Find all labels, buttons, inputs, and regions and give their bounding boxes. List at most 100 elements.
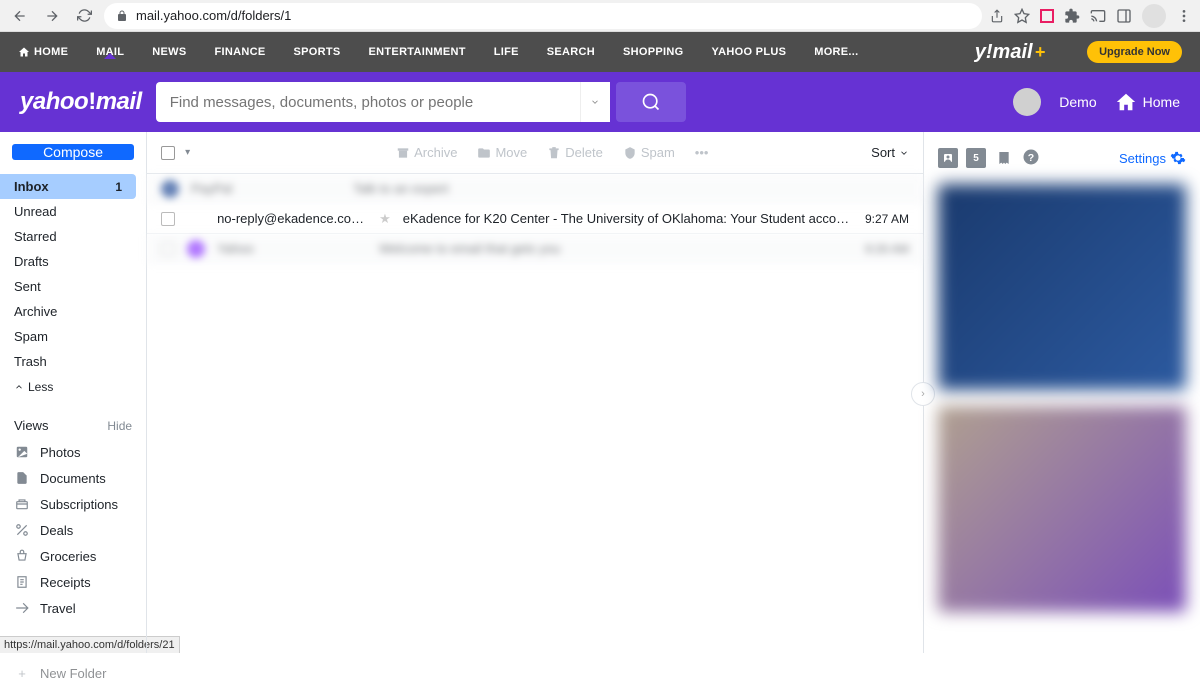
compose-button[interactable]: Compose <box>12 144 134 160</box>
message-row[interactable]: PayPal Talk to an expert <box>147 174 923 204</box>
view-groceries[interactable]: Groceries <box>0 543 146 569</box>
calendar-icon[interactable]: 5 <box>966 148 986 168</box>
settings-link[interactable]: Settings <box>1119 150 1186 166</box>
profile-avatar[interactable] <box>1142 4 1166 28</box>
bookmark-star-icon[interactable] <box>1014 8 1030 24</box>
header-right: Demo Home <box>1013 88 1180 116</box>
select-all-checkbox[interactable] <box>161 146 175 160</box>
browser-forward-button[interactable] <box>40 4 64 28</box>
nav-home[interactable]: HOME <box>18 46 68 58</box>
views-header: Views Hide <box>0 400 146 439</box>
share-icon[interactable] <box>990 9 1004 23</box>
extension-icon[interactable] <box>1040 9 1054 23</box>
nav-life[interactable]: LIFE <box>494 46 519 58</box>
search-dropdown[interactable] <box>580 82 610 122</box>
gear-icon <box>1170 150 1186 166</box>
message-time: 9:27 AM <box>865 212 909 226</box>
message-checkbox[interactable] <box>161 212 175 226</box>
photo-icon <box>14 444 30 460</box>
home-link[interactable]: Home <box>1115 91 1180 113</box>
help-icon[interactable]: ? <box>1022 148 1040 168</box>
move-button[interactable]: Move <box>477 145 527 160</box>
panel-icon[interactable] <box>1116 8 1132 24</box>
nav-shopping[interactable]: SHOPPING <box>623 46 683 58</box>
message-row[interactable]: no-reply@ekadence.com (... ★ eKadence fo… <box>147 204 923 234</box>
nav-search[interactable]: SEARCH <box>547 46 595 58</box>
folder-spam[interactable]: Spam <box>0 324 146 349</box>
folder-inbox[interactable]: Inbox 1 <box>0 174 136 199</box>
sidebar: Compose Inbox 1 Unread Starred Drafts Se… <box>0 132 146 653</box>
new-folder[interactable]: +New Folder <box>0 660 146 686</box>
deals-icon <box>14 522 30 538</box>
url-text: mail.yahoo.com/d/folders/1 <box>136 8 291 23</box>
mail-header: yahoo!mail Demo Home <box>0 72 1200 132</box>
nav-finance[interactable]: FINANCE <box>215 46 266 58</box>
search-container <box>156 82 686 122</box>
folder-trash[interactable]: Trash <box>0 349 146 374</box>
view-deals[interactable]: Deals <box>0 517 146 543</box>
folder-drafts[interactable]: Drafts <box>0 249 146 274</box>
yahoo-top-nav: HOME MAIL NEWS FINANCE SPORTS ENTERTAINM… <box>0 32 1200 72</box>
nav-yahoo-plus[interactable]: YAHOO PLUS <box>712 46 787 58</box>
ymail-plus-logo: y!mail+ <box>975 41 1045 64</box>
expand-panel-button[interactable]: › <box>911 382 935 406</box>
extensions-puzzle-icon[interactable] <box>1064 8 1080 24</box>
more-actions-button[interactable]: ••• <box>695 145 709 160</box>
document-icon <box>14 470 30 486</box>
nav-more[interactable]: MORE... <box>814 46 858 58</box>
nav-sports[interactable]: SPORTS <box>294 46 341 58</box>
folder-archive[interactable]: Archive <box>0 299 146 324</box>
folder-starred[interactable]: Starred <box>0 224 146 249</box>
upgrade-now-button[interactable]: Upgrade Now <box>1087 41 1182 63</box>
message-checkbox[interactable] <box>161 242 175 256</box>
nav-news[interactable]: NEWS <box>152 46 186 58</box>
spam-button[interactable]: Spam <box>623 145 675 160</box>
lock-icon <box>116 10 128 22</box>
message-toolbar: ▾ Archive Move Delete Spam ••• Sort <box>147 132 923 174</box>
star-icon[interactable]: ★ <box>379 211 391 227</box>
search-button[interactable] <box>616 82 686 122</box>
view-travel[interactable]: Travel <box>0 595 146 621</box>
message-row[interactable]: Yahoo Welcome to email that gets you 9:2… <box>147 234 923 264</box>
folder-unread[interactable]: Unread <box>0 199 146 224</box>
advertisement[interactable] <box>938 184 1186 390</box>
subscription-icon <box>14 496 30 512</box>
browser-reload-button[interactable] <box>72 4 96 28</box>
select-dropdown[interactable]: ▾ <box>185 147 190 158</box>
message-subject: eKadence for K20 Center - The University… <box>403 211 853 226</box>
browser-back-button[interactable] <box>8 4 32 28</box>
browser-chrome: mail.yahoo.com/d/folders/1 <box>0 0 1200 32</box>
sort-button[interactable]: Sort <box>871 145 909 160</box>
notepad-icon[interactable] <box>994 148 1014 168</box>
search-input[interactable] <box>156 82 580 122</box>
browser-menu-icon[interactable] <box>1176 8 1192 24</box>
browser-actions <box>990 4 1192 28</box>
address-bar[interactable]: mail.yahoo.com/d/folders/1 <box>104 3 982 29</box>
svg-text:?: ? <box>1028 152 1034 164</box>
sender-icon <box>187 240 205 258</box>
receipts-icon <box>14 574 30 590</box>
view-subscriptions[interactable]: Subscriptions <box>0 491 146 517</box>
view-receipts[interactable]: Receipts <box>0 569 146 595</box>
sender-icon <box>161 180 179 198</box>
yahoo-mail-logo: yahoo!mail <box>20 88 142 116</box>
less-toggle[interactable]: Less <box>0 374 146 400</box>
user-name[interactable]: Demo <box>1059 94 1096 110</box>
view-photos[interactable]: Photos <box>0 439 146 465</box>
views-hide[interactable]: Hide <box>107 419 132 433</box>
user-avatar[interactable] <box>1013 88 1041 116</box>
contacts-icon[interactable] <box>938 148 958 168</box>
delete-button[interactable]: Delete <box>547 145 603 160</box>
folder-sent[interactable]: Sent <box>0 274 146 299</box>
main-layout: Compose Inbox 1 Unread Starred Drafts Se… <box>0 132 1200 653</box>
toolbar-actions: Archive Move Delete Spam ••• <box>396 145 708 160</box>
nav-entertainment[interactable]: ENTERTAINMENT <box>369 46 466 58</box>
cast-icon[interactable] <box>1090 8 1106 24</box>
travel-icon <box>14 600 30 616</box>
view-documents[interactable]: Documents <box>0 465 146 491</box>
nav-mail[interactable]: MAIL <box>96 46 124 58</box>
message-sender: no-reply@ekadence.com (... <box>217 211 367 226</box>
message-area: ▾ Archive Move Delete Spam ••• Sort PayP… <box>146 132 924 653</box>
archive-button[interactable]: Archive <box>396 145 457 160</box>
advertisement[interactable] <box>938 406 1186 612</box>
